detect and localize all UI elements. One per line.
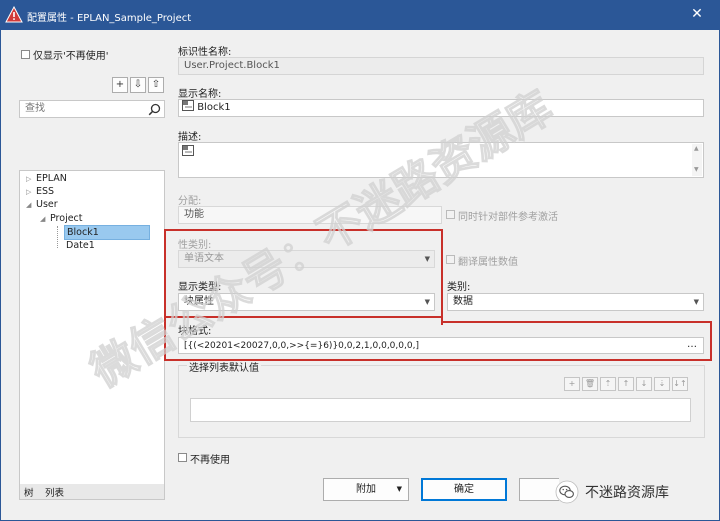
translate-checkbox[interactable] [446,255,455,264]
tree-item-label: Block1 [64,225,150,240]
tree-item-label: User [36,199,58,210]
title-bar: 配置属性 - EPLAN_Sample_Project ✕ [0,0,720,30]
scroll-up-icon[interactable]: ▲ [694,145,699,153]
import-icon: ⇩ [133,79,143,90]
tree-item-eplan[interactable]: ▷ EPLAN [26,172,67,185]
activate-ref-label: 同时针对部件参考激活 [458,212,558,223]
highlight-connector [441,229,443,325]
tree-item-user[interactable]: ◢ User [26,198,58,211]
highlight-box-attributes [164,229,443,318]
collapse-icon[interactable]: ◢ [26,199,36,212]
ok-button[interactable]: 确定 [421,478,507,501]
add-button[interactable]: + [112,77,128,93]
scroll-down-icon[interactable]: ▼ [694,166,699,174]
close-button[interactable]: ✕ [674,0,720,30]
block-format-field[interactable]: [{(<20201<20027,0,0,>>{=}6)}0,0,2,1,0,0,… [178,337,704,354]
list-move-bottom-button[interactable]: ⇣ [654,377,670,391]
badge-text: 不迷路资源库 [585,485,669,501]
activate-ref-checkbox[interactable] [446,210,455,219]
id-name-label: 标识性名称: [178,47,232,58]
assignment-label: 分配: [178,196,202,207]
highlight-connector [164,316,166,361]
tab-list[interactable]: 列表 [45,485,64,499]
multilanguage-icon[interactable] [182,100,194,111]
tab-tree[interactable]: 树 [24,485,34,499]
list-delete-button[interactable]: 🗑 [582,377,598,391]
multilanguage-icon[interactable] [182,145,194,156]
append-label: 附加 [356,484,376,495]
close-icon: ✕ [691,6,703,22]
search-placeholder: 查找 [25,103,45,114]
more-options-icon[interactable]: … [687,338,697,352]
highlight-connector [441,321,712,323]
translate-label: 翻译属性数值 [458,257,518,268]
highlight-box-format [164,359,712,361]
assignment-field: 功能 [178,206,442,224]
show-unused-checkbox[interactable] [21,50,30,59]
collapse-icon[interactable]: ◢ [40,213,50,226]
chevron-down-icon: ▼ [396,485,402,493]
export-icon: ⇧ [151,79,161,90]
tree-item-label: Date1 [66,240,95,251]
list-defaults-label: 选择列表默认值 [187,359,261,374]
description-field[interactable]: ▲ ▼ [178,142,704,178]
show-unused-label: 仅显示'不再使用' [33,51,109,62]
tree-view[interactable]: ▷ EPLAN ▷ ESS ◢ User ◢ Project Block1 Date1 [19,170,165,486]
block-format-label: 块格式: [178,326,212,337]
search-input[interactable]: 查找 [19,100,165,118]
view-tabs: 树 列表 [19,484,165,500]
no-longer-used-checkbox[interactable] [178,453,187,462]
wechat-badge: 不迷路资源库 [552,478,720,506]
wechat-icon [555,480,579,504]
tree-item-label: Project [50,213,83,224]
tree-item-project[interactable]: ◢ Project [40,212,83,225]
display-name-value: Block1 [197,102,231,113]
list-move-top-button[interactable]: ⇡ [600,377,616,391]
tree-item-date1[interactable]: Date1 [66,239,95,252]
display-name-label: 显示名称: [178,89,222,100]
list-move-down-button[interactable]: ↓ [636,377,652,391]
tree-item-label: ESS [36,186,55,197]
ok-label: 确定 [454,484,474,495]
scrollbar[interactable]: ▲ ▼ [692,144,702,176]
list-sort-button[interactable]: ↓↑ [672,377,688,391]
window-title: 配置属性 - EPLAN_Sample_Project [27,13,192,24]
eplan-logo-icon [5,6,23,23]
export-button[interactable]: ⇧ [148,77,164,93]
import-button[interactable]: ⇩ [130,77,146,93]
category-value: 数据 [453,296,473,307]
plus-icon: + [115,79,125,90]
append-button[interactable]: 附加 ▼ [323,478,409,501]
highlight-connector [710,321,712,361]
category-label: 类别: [447,282,471,293]
description-label: 描述: [178,132,202,143]
tree-item-block1[interactable]: Block1 [64,225,150,240]
list-defaults-area[interactable] [190,398,691,422]
tree-connector [57,226,58,248]
id-name-field: User.Project.Block1 [178,57,704,75]
tree-item-label: EPLAN [36,173,67,184]
search-icon[interactable] [148,103,161,116]
list-add-button[interactable]: + [564,377,580,391]
chevron-down-icon: ▼ [693,298,699,306]
block-format-value: [{(<20201<20027,0,0,>>{=}6)}0,0,2,1,0,0,… [184,341,419,351]
list-move-up-button[interactable]: ↑ [618,377,634,391]
category-dropdown[interactable]: 数据 ▼ [447,293,704,311]
no-longer-used-label: 不再使用 [190,455,230,466]
display-name-field[interactable]: Block1 [178,99,704,117]
tree-item-ess[interactable]: ▷ ESS [26,185,54,198]
